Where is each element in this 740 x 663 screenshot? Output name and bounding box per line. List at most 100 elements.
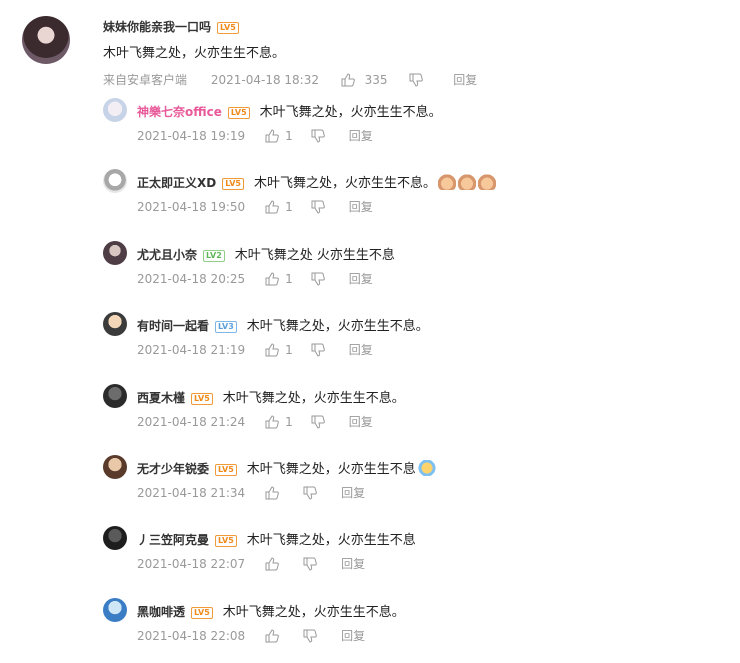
reply-item: 有时间一起看 LV3 木叶飞舞之处，火亦生生不息。 2021-04-18 21:19 1… <box>103 312 723 357</box>
reply-text: 木叶飞舞之处，火亦生生不息。 <box>253 176 436 191</box>
dog-emoji <box>438 174 456 190</box>
reply-avatar[interactable] <box>103 241 127 265</box>
reply-text: 木叶飞舞之处，火亦生生不息。 <box>246 319 429 334</box>
level-badge: LV5 <box>217 22 239 34</box>
timestamp: 2021-04-18 19:19 <box>137 128 246 143</box>
timestamp: 2021-04-18 21:34 <box>137 485 246 500</box>
reply-meta: 2021-04-18 19:19 1 回复 <box>137 127 373 143</box>
reply-avatar[interactable] <box>103 526 127 550</box>
level-badge: LV2 <box>203 250 225 262</box>
reply-button[interactable]: 回复 <box>341 485 365 501</box>
like-icon[interactable] <box>265 556 279 571</box>
reply-button[interactable]: 回复 <box>453 72 477 88</box>
reply-item: 神樂七奈office LV5 木叶飞舞之处，火亦生生不息。 2021-04-18 19… <box>103 98 723 143</box>
reply-item: 黑咖啡透 LV5 木叶飞舞之处，火亦生生不息。 2021-04-18 22:08 回复 <box>103 598 723 643</box>
reply-avatar[interactable] <box>103 384 127 408</box>
reply-button[interactable]: 回复 <box>349 128 373 144</box>
reply-button[interactable]: 回复 <box>341 628 365 644</box>
dislike-icon[interactable] <box>311 415 325 429</box>
like-count: 335 <box>364 72 388 87</box>
like-icon[interactable] <box>265 199 279 214</box>
reply-username[interactable]: 丿三笠阿克曼 <box>137 533 209 547</box>
main-meta: 来自安卓客户端 2021-04-18 18:32 335 回复 <box>103 71 703 87</box>
like-count: 1 <box>285 342 293 357</box>
reply-meta: 2021-04-18 22:08 回复 <box>137 627 365 643</box>
like-count: 1 <box>285 128 293 143</box>
reply-item: 正太即正义XD LV5 木叶飞舞之处，火亦生生不息。 2021-04-18 19:50… <box>103 169 723 214</box>
dislike-icon[interactable] <box>311 129 325 143</box>
reply-username[interactable]: 有时间一起看 <box>137 319 209 333</box>
like-count: 1 <box>285 414 293 429</box>
reply-avatar[interactable] <box>103 312 127 336</box>
reply-text: 木叶飞舞之处，火亦生生不息。 <box>222 605 405 620</box>
level-badge: LV5 <box>227 107 250 119</box>
reply-avatar[interactable] <box>103 598 127 622</box>
face-cover-emoji <box>417 460 436 476</box>
reply-avatar[interactable] <box>103 98 127 122</box>
dislike-icon[interactable] <box>311 200 325 214</box>
like-icon[interactable] <box>265 271 279 286</box>
timestamp: 2021-04-18 20:25 <box>137 271 246 286</box>
dislike-icon[interactable] <box>303 629 317 643</box>
like-icon[interactable] <box>265 128 279 143</box>
like-icon[interactable] <box>265 342 279 357</box>
reply-username[interactable]: 黑咖啡透 <box>137 605 185 619</box>
reply-meta: 2021-04-18 22:07 回复 <box>137 555 365 571</box>
level-badge: LV5 <box>222 178 244 190</box>
like-icon[interactable] <box>265 628 279 643</box>
reply-username[interactable]: 尤尤且小奈 <box>137 248 197 262</box>
reply-button[interactable]: 回复 <box>349 342 373 358</box>
reply-item: 西夏木槿 LV5 木叶飞舞之处，火亦生生不息。 2021-04-18 21:24 1 回复 <box>103 384 723 429</box>
reply-item: 无才少年锐委 LV5 木叶飞舞之处，火亦生生不息 2021-04-18 21:34 回复 <box>103 455 723 500</box>
reply-meta: 2021-04-18 21:24 1 回复 <box>137 413 373 429</box>
reply-button[interactable]: 回复 <box>341 556 365 572</box>
level-badge: LV5 <box>191 393 213 405</box>
reply-username[interactable]: 神樂七奈office <box>137 105 222 119</box>
dislike-icon[interactable] <box>409 73 424 87</box>
like-icon[interactable] <box>341 72 355 87</box>
main-comment-text: 木叶飞舞之处，火亦生生不息。 <box>103 46 286 61</box>
reply-username[interactable]: 无才少年锐委 <box>137 462 209 476</box>
reply-meta: 2021-04-18 19:50 1 回复 <box>137 198 373 214</box>
like-count: 1 <box>285 271 293 286</box>
like-count: 1 <box>285 199 293 214</box>
reply-text: 木叶飞舞之处，火亦生生不息 <box>246 462 416 477</box>
level-badge: LV5 <box>191 607 213 619</box>
level-badge: LV3 <box>215 321 237 333</box>
like-icon[interactable] <box>265 414 279 429</box>
reply-button[interactable]: 回复 <box>349 414 373 430</box>
reply-avatar[interactable] <box>103 455 127 479</box>
reply-text: 木叶飞舞之处，火亦生生不息 <box>246 533 416 548</box>
source-label: 来自安卓客户端 <box>103 72 188 87</box>
level-badge: LV5 <box>215 464 237 476</box>
reply-meta: 2021-04-18 21:34 回复 <box>137 484 365 500</box>
reply-text: 木叶飞舞之处 火亦生生不息 <box>234 248 395 263</box>
timestamp: 2021-04-18 21:24 <box>137 414 246 429</box>
dislike-icon[interactable] <box>303 486 317 500</box>
dislike-icon[interactable] <box>311 343 325 357</box>
dislike-icon[interactable] <box>311 272 325 286</box>
reply-item: 丿三笠阿克曼 LV5 木叶飞舞之处，火亦生生不息 2021-04-18 22:07 回复 <box>103 526 723 571</box>
reply-button[interactable]: 回复 <box>349 199 373 215</box>
reply-username[interactable]: 正太即正义XD <box>137 176 216 190</box>
reply-meta: 2021-04-18 21:19 1 回复 <box>137 341 373 357</box>
reply-item: 尤尤且小奈 LV2 木叶飞舞之处 火亦生生不息 2021-04-18 20:25 1 回复 <box>103 241 723 286</box>
timestamp: 2021-04-18 19:50 <box>137 199 246 214</box>
dislike-icon[interactable] <box>303 557 317 571</box>
dog-emoji <box>478 174 496 190</box>
reply-button[interactable]: 回复 <box>349 271 373 287</box>
timestamp: 2021-04-18 21:19 <box>137 342 246 357</box>
level-badge: LV5 <box>215 535 237 547</box>
timestamp: 2021-04-18 18:32 <box>210 72 319 87</box>
reply-avatar[interactable] <box>103 169 127 193</box>
main-avatar[interactable] <box>22 16 70 64</box>
reply-username[interactable]: 西夏木槿 <box>137 391 185 405</box>
reply-text: 木叶飞舞之处，火亦生生不息。 <box>222 391 405 406</box>
reply-meta: 2021-04-18 20:25 1 回复 <box>137 270 373 286</box>
reply-text: 木叶飞舞之处，火亦生生不息。 <box>259 105 442 120</box>
main-username[interactable]: 妹妹你能亲我一口吗 <box>103 18 211 35</box>
dog-emoji <box>458 174 476 190</box>
like-icon[interactable] <box>265 485 279 500</box>
timestamp: 2021-04-18 22:08 <box>137 628 246 643</box>
timestamp: 2021-04-18 22:07 <box>137 556 246 571</box>
